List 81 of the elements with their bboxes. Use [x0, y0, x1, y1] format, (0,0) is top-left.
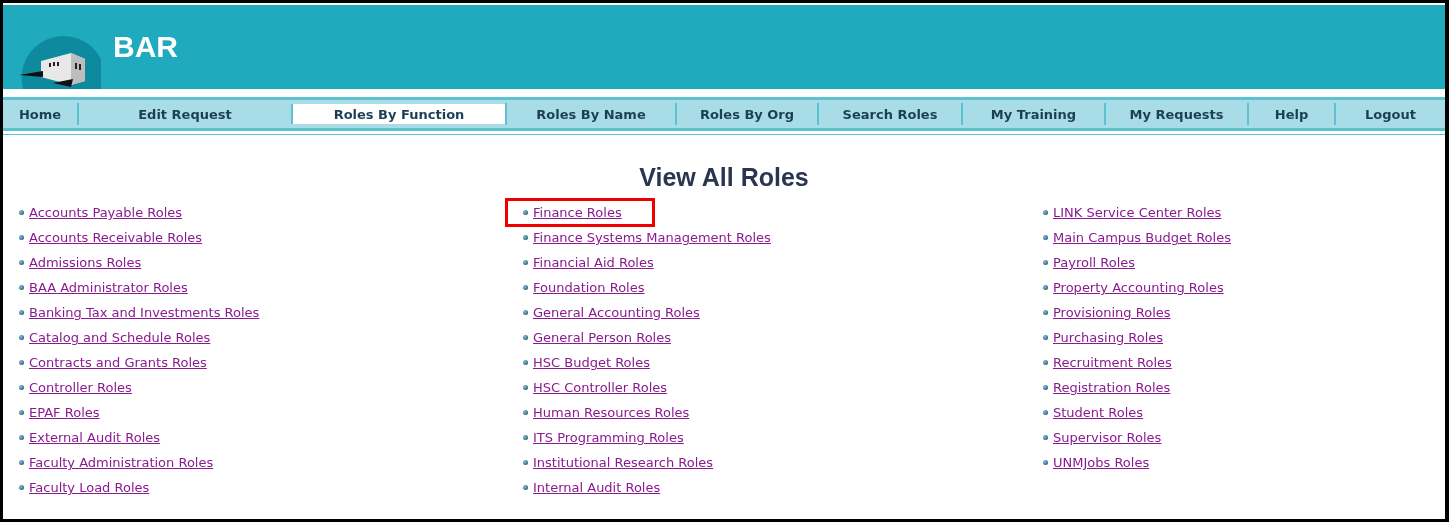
role-link[interactable]: Catalog and Schedule Roles [29, 330, 211, 345]
bullet-icon [523, 385, 528, 390]
role-link[interactable]: Institutional Research Roles [533, 455, 714, 470]
bullet-icon [19, 410, 24, 415]
nav-tab[interactable]: Search Roles [817, 103, 961, 125]
bullet-icon [19, 385, 24, 390]
role-link[interactable]: Provisioning Roles [1053, 305, 1171, 320]
bullet-icon [19, 210, 24, 215]
bullet-icon [523, 210, 528, 215]
bullet-icon [19, 460, 24, 465]
bullet-icon [1043, 235, 1048, 240]
bullet-icon [523, 335, 528, 340]
role-link[interactable]: Payroll Roles [1053, 255, 1136, 270]
bullet-icon [523, 485, 528, 490]
role-link[interactable]: HSC Budget Roles [533, 355, 650, 370]
bullet-icon [523, 235, 528, 240]
bullet-icon [523, 310, 528, 315]
role-link[interactable]: Accounts Receivable Roles [29, 230, 203, 245]
role-link[interactable]: Purchasing Roles [1053, 330, 1164, 345]
role-link[interactable]: Human Resources Roles [533, 405, 690, 420]
role-link[interactable]: Internal Audit Roles [533, 480, 661, 495]
bullet-icon [1043, 385, 1048, 390]
role-link[interactable]: HSC Controller Roles [533, 380, 668, 395]
role-link[interactable]: Main Campus Budget Roles [1053, 230, 1231, 245]
role-link[interactable]: Banking Tax and Investments Roles [29, 305, 260, 320]
bullet-icon [1043, 210, 1048, 215]
role-link[interactable]: Finance Systems Management Roles [533, 230, 771, 245]
role-link[interactable]: UNMJobs Roles [1053, 455, 1150, 470]
role-link[interactable]: Accounts Payable Roles [29, 205, 183, 220]
role-link[interactable]: Faculty Administration Roles [29, 455, 214, 470]
role-link[interactable]: Foundation Roles [533, 280, 645, 295]
bullet-icon [1043, 310, 1048, 315]
bullet-icon [523, 360, 528, 365]
role-link[interactable]: Student Roles [1053, 405, 1144, 420]
bullet-icon [19, 285, 24, 290]
bullet-icon [1043, 335, 1048, 340]
role-link[interactable]: Supervisor Roles [1053, 430, 1162, 445]
nav-tab[interactable]: Roles By Org [675, 103, 817, 125]
bullet-icon [523, 285, 528, 290]
bullet-icon [1043, 410, 1048, 415]
role-link[interactable]: General Person Roles [533, 330, 671, 345]
role-link[interactable]: LINK Service Center Roles [1053, 205, 1222, 220]
role-link[interactable]: External Audit Roles [29, 430, 161, 445]
bullet-icon [19, 485, 24, 490]
role-link[interactable]: Property Accounting Roles [1053, 280, 1224, 295]
nav-tab[interactable]: My Requests [1104, 103, 1247, 125]
role-link[interactable]: Recruitment Roles [1053, 355, 1172, 370]
nav-tab[interactable]: Logout [1334, 103, 1445, 125]
page-heading: View All Roles [638, 163, 810, 192]
bullet-icon [19, 335, 24, 340]
bullet-icon [1043, 260, 1048, 265]
nav-tab[interactable]: Help [1247, 103, 1334, 125]
role-link[interactable]: Faculty Load Roles [29, 480, 150, 495]
role-link[interactable]: BAA Administrator Roles [29, 280, 188, 295]
bullet-icon [19, 435, 24, 440]
role-link[interactable]: Finance Roles [533, 205, 622, 220]
bullet-icon [19, 360, 24, 365]
bullet-icon [523, 260, 528, 265]
bullet-icon [1043, 285, 1048, 290]
nav-tab[interactable]: My Training [961, 103, 1104, 125]
role-link[interactable]: Financial Aid Roles [533, 255, 654, 270]
bullet-icon [1043, 460, 1048, 465]
bullet-icon [19, 260, 24, 265]
role-link[interactable]: Controller Roles [29, 380, 132, 395]
role-link[interactable]: General Accounting Roles [533, 305, 700, 320]
role-link[interactable]: ITS Programming Roles [533, 430, 684, 445]
app-title: BAR [113, 30, 178, 64]
nav-tab[interactable]: Roles By Name [505, 103, 675, 125]
nav-tab[interactable]: Home [3, 103, 77, 125]
bullet-icon [523, 435, 528, 440]
bullet-icon [1043, 360, 1048, 365]
role-link[interactable]: Registration Roles [1053, 380, 1171, 395]
role-link[interactable]: Contracts and Grants Roles [29, 355, 207, 370]
role-link[interactable]: Admissions Roles [29, 255, 142, 270]
bullet-icon [523, 460, 528, 465]
bullet-icon [19, 310, 24, 315]
bullet-icon [19, 235, 24, 240]
nav-tab[interactable]: Roles By Function [291, 104, 505, 124]
role-link[interactable]: EPAF Roles [29, 405, 100, 420]
bullet-icon [523, 410, 528, 415]
bullet-icon [1043, 435, 1048, 440]
